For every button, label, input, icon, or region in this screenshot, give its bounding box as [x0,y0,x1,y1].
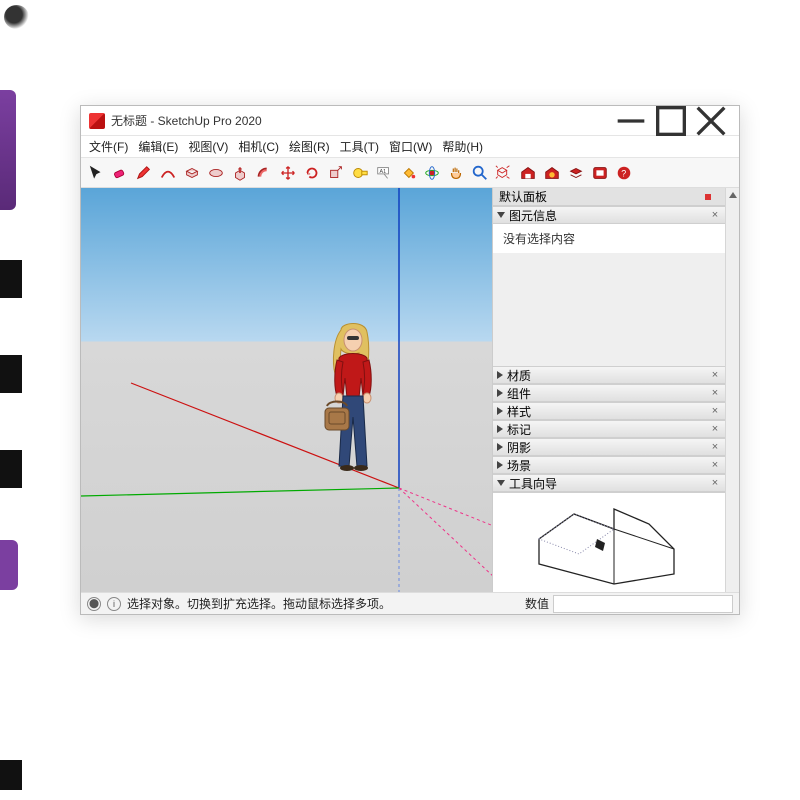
eraser-icon[interactable] [109,162,131,184]
close-icon[interactable]: × [709,459,721,471]
panel-components-title: 组件 [507,385,531,402]
panel-shadows-header[interactable]: 阴影 × [493,438,725,456]
panel-tags-header[interactable]: 标记 × [493,420,725,438]
pan-icon[interactable] [445,162,467,184]
chevron-right-icon [497,425,503,433]
page-edge-artifacts [0,0,35,800]
rotate-icon[interactable] [301,162,323,184]
push-pull-icon[interactable] [229,162,251,184]
panel-styles-title: 样式 [507,403,531,420]
titlebar: 无标题 - SketchUp Pro 2020 [81,106,739,136]
panel-entity-info-header[interactable]: 图元信息 × [493,206,725,224]
offset-icon[interactable] [253,162,275,184]
tray-titlebar[interactable]: 默认面板 [493,188,725,206]
svg-text:?: ? [621,168,626,178]
panel-tags-title: 标记 [507,421,531,438]
orbit-icon[interactable] [421,162,443,184]
svg-text:A1: A1 [380,169,387,175]
axis-lines [81,188,493,592]
viewport-3d[interactable] [81,188,493,592]
zoom-icon[interactable] [469,162,491,184]
menu-tools[interactable]: 工具(T) [338,136,381,157]
app-window: 无标题 - SketchUp Pro 2020 文件(F) 编辑(E) 视图(V… [80,105,740,615]
minimize-button[interactable] [611,107,651,135]
panel-instructor-body [493,492,725,592]
panel-shadows-title: 阴影 [507,439,531,456]
panel-styles-header[interactable]: 样式 × [493,402,725,420]
menu-view[interactable]: 视图(V) [186,136,230,157]
panel-instructor-title: 工具向导 [509,475,557,492]
extension-warehouse-icon[interactable] [541,162,563,184]
chevron-right-icon [497,443,503,451]
help-question-icon[interactable]: ? [613,162,635,184]
close-icon[interactable]: × [709,423,721,435]
panel-materials-title: 材质 [507,367,531,384]
pencil-icon[interactable] [133,162,155,184]
arc-icon[interactable] [157,162,179,184]
menu-edit[interactable]: 编辑(E) [136,136,180,157]
panel-entity-info-title: 图元信息 [509,207,557,224]
body: 默认面板 图元信息 × 没有选择内容 材质 × 组件 × [81,188,739,592]
close-button[interactable] [691,107,731,135]
panel-materials-header[interactable]: 材质 × [493,366,725,384]
text-label-icon[interactable]: A1 [373,162,395,184]
statusbar: ⬤ i 选择对象。切换到扩充选择。拖动鼠标选择多项。 数值 [81,592,739,614]
menu-draw[interactable]: 绘图(R) [287,136,332,157]
tape-measure-icon[interactable] [349,162,371,184]
scale-icon[interactable] [325,162,347,184]
measurement-input[interactable] [553,595,733,613]
maximize-button[interactable] [651,107,691,135]
panel-entity-info-body: 没有选择内容 [493,224,725,253]
chevron-right-icon [497,389,503,397]
panel-scenes-header[interactable]: 场景 × [493,456,725,474]
tray-gap [493,253,725,366]
chevron-right-icon [497,461,503,469]
panel-components-header[interactable]: 组件 × [493,384,725,402]
default-tray: 默认面板 图元信息 × 没有选择内容 材质 × 组件 × [493,188,725,592]
chevron-down-icon [497,212,505,218]
close-icon[interactable]: × [709,477,721,489]
menu-help[interactable]: 帮助(H) [440,136,485,157]
paint-bucket-icon[interactable] [397,162,419,184]
measurement-label: 数值 [525,595,549,612]
menubar: 文件(F) 编辑(E) 视图(V) 相机(C) 绘图(R) 工具(T) 窗口(W… [81,136,739,158]
panel-instructor-header[interactable]: 工具向导 × [493,474,725,492]
tray-title: 默认面板 [499,188,547,205]
panel-scenes-title: 场景 [507,457,531,474]
close-icon[interactable]: × [709,369,721,381]
tray-pin-icon[interactable] [705,194,711,200]
tray-collapse-column[interactable] [725,188,739,592]
select-tool-icon[interactable] [85,162,107,184]
layers-icon[interactable] [565,162,587,184]
scale-figure-person [321,318,401,498]
chevron-down-icon [497,480,505,486]
menu-camera[interactable]: 相机(C) [236,136,281,157]
move-icon[interactable] [277,162,299,184]
chevron-right-icon [497,371,503,379]
circle-icon[interactable] [205,162,227,184]
warehouse-icon[interactable] [517,162,539,184]
toolbar: A1 ? [81,158,739,188]
menu-window[interactable]: 窗口(W) [387,136,434,157]
chevron-up-icon [729,192,737,198]
close-icon[interactable]: × [709,441,721,453]
status-hint: 选择对象。切换到扩充选择。拖动鼠标选择多项。 [127,595,391,612]
credits-icon[interactable]: i [107,597,121,611]
close-icon[interactable]: × [709,387,721,399]
chevron-right-icon [497,407,503,415]
window-title: 无标题 - SketchUp Pro 2020 [111,112,611,129]
rectangle-icon[interactable] [181,162,203,184]
menu-file[interactable]: 文件(F) [87,136,130,157]
instructor-illustration [519,499,699,589]
close-icon[interactable]: × [709,405,721,417]
zoom-extents-icon[interactable] [493,162,515,184]
geo-location-icon[interactable]: ⬤ [87,597,101,611]
close-icon[interactable]: × [709,209,721,221]
entity-info-message: 没有选择内容 [503,232,575,246]
manage-icon[interactable] [589,162,611,184]
app-icon [89,113,105,129]
